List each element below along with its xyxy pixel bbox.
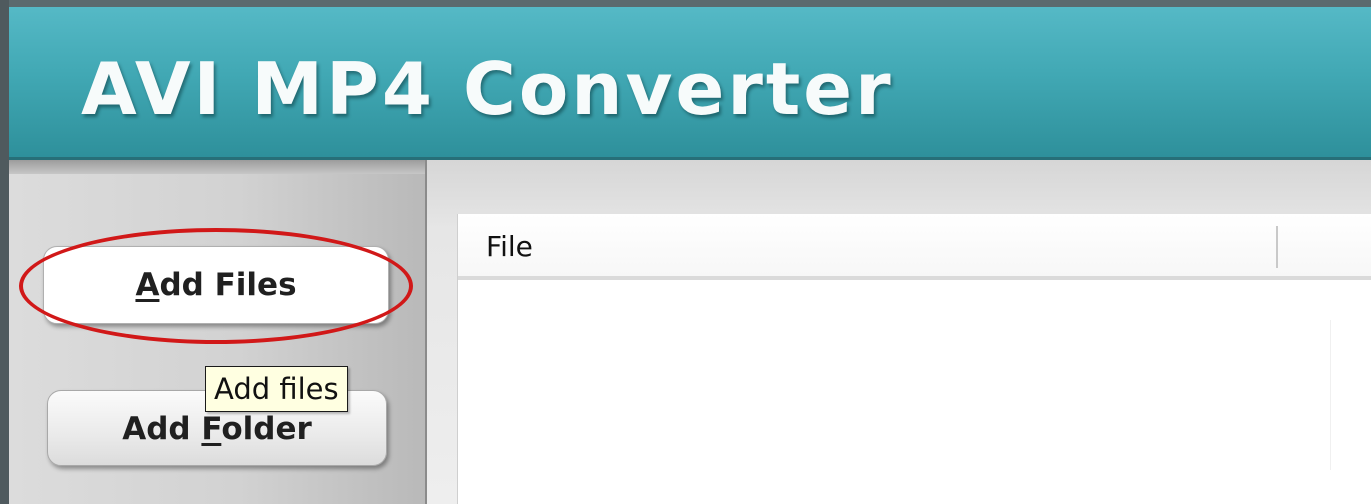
add-folder-label-rest: older <box>221 411 312 447</box>
app-window: AVI MP4 Converter Add Files Add Folder A… <box>0 0 1371 504</box>
add-files-tooltip: Add files <box>205 366 348 412</box>
file-list[interactable]: File <box>457 214 1371 504</box>
main-content: File <box>427 160 1371 504</box>
add-folder-label-prefix: Add <box>122 411 202 447</box>
add-files-access-key: A <box>135 267 160 303</box>
file-list-header: File <box>458 214 1371 280</box>
file-list-body[interactable] <box>458 280 1371 504</box>
add-files-button[interactable]: Add Files <box>43 246 389 324</box>
sidebar: Add Files Add Folder Add files <box>9 160 427 504</box>
add-folder-access-key: F <box>201 411 222 447</box>
add-files-label: Add Files <box>135 247 296 323</box>
app-header: AVI MP4 Converter <box>9 0 1371 160</box>
column-header-file[interactable]: File <box>486 228 533 266</box>
sidebar-shadow-band <box>9 160 425 174</box>
add-files-label-rest: dd Files <box>159 267 297 303</box>
column-divider[interactable] <box>1276 226 1278 268</box>
app-title: AVI MP4 Converter <box>81 47 894 131</box>
list-gridline <box>1330 320 1331 470</box>
window-frame-edge <box>0 0 9 504</box>
